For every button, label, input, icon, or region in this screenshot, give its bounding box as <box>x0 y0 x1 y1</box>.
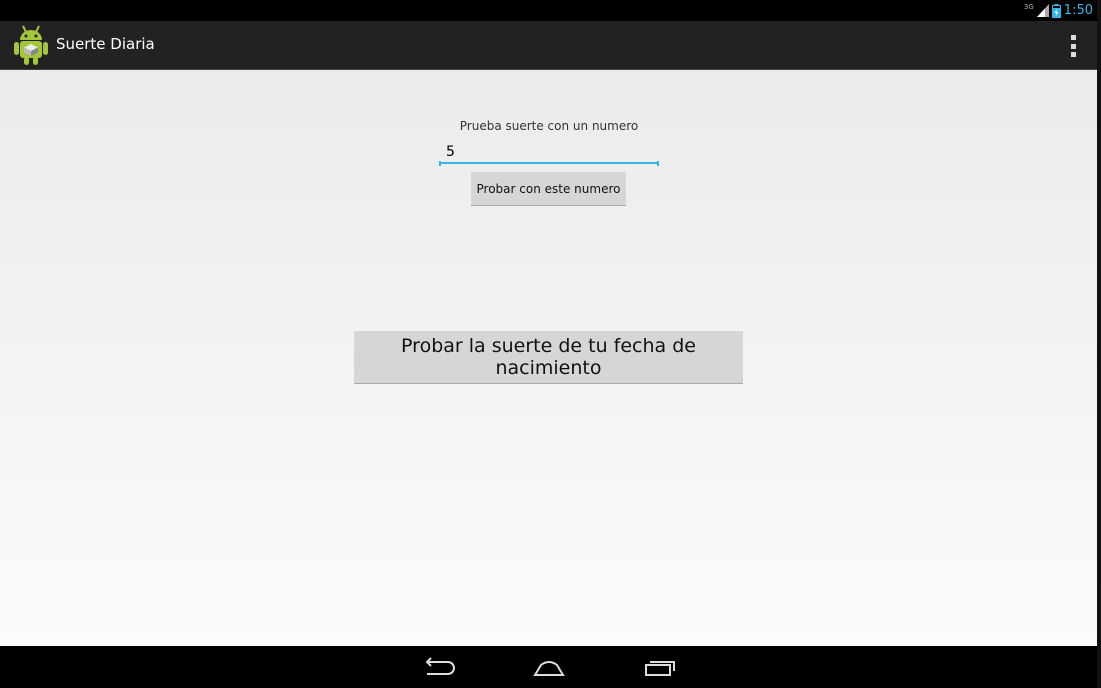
action-bar: Suerte Diaria <box>0 21 1097 70</box>
back-icon[interactable] <box>415 654 465 680</box>
number-prompt-label: Prueba suerte con un numero <box>459 119 639 133</box>
navigation-bar <box>0 646 1097 688</box>
overflow-dot <box>1070 35 1076 40</box>
try-number-button[interactable]: Probar con este numero <box>471 172 626 206</box>
home-icon[interactable] <box>524 654 574 680</box>
input-tick-left <box>439 161 441 166</box>
overflow-dot <box>1070 52 1076 57</box>
device-screen: 3G 1:50 Suerte Diaria Prueba suerte con … <box>0 0 1097 688</box>
input-tick-right <box>657 161 659 166</box>
battery-icon <box>1051 3 1061 18</box>
overflow-dot <box>1070 43 1076 49</box>
status-icons: 3G 1:50 <box>1024 2 1093 19</box>
overflow-menu-icon[interactable] <box>1069 35 1077 57</box>
clock: 1:50 <box>1063 3 1093 18</box>
app-title: Suerte Diaria <box>56 35 155 53</box>
try-birthdate-button[interactable]: Probar la suerte de tu fecha de nacimien… <box>354 331 743 384</box>
status-bar: 3G 1:50 <box>0 0 1097 21</box>
network-type: 3G <box>1023 3 1034 11</box>
input-underline-ticks <box>439 158 659 166</box>
recent-apps-icon[interactable] <box>636 654 686 680</box>
screen-edge <box>1097 0 1101 688</box>
main-content: Prueba suerte con un numero Probar con e… <box>0 70 1097 646</box>
signal-icon <box>1036 4 1049 17</box>
android-robot-icon[interactable] <box>12 24 50 66</box>
